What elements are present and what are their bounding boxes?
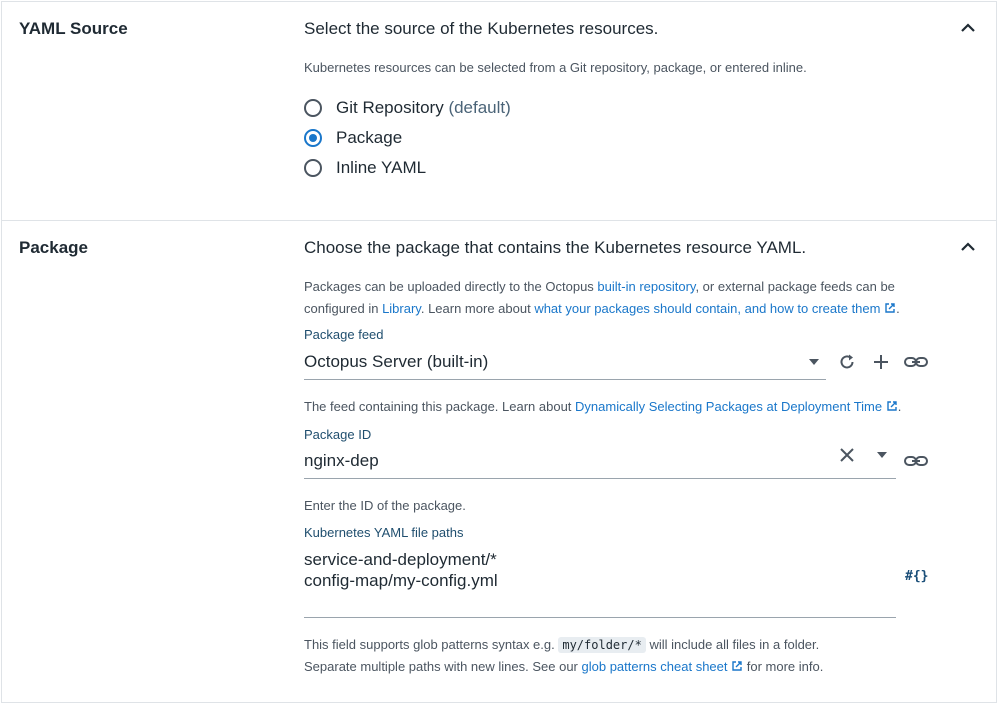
glob-example-code: my/folder/* — [558, 637, 646, 653]
yaml-path-line: config-map/my-config.yml — [304, 571, 498, 590]
radio-unchecked-icon[interactable] — [304, 159, 322, 177]
yaml-source-heading: Select the source of the Kubernetes reso… — [304, 19, 659, 38]
dynamic-packages-link[interactable]: Dynamically Selecting Packages at Deploy… — [575, 399, 898, 414]
external-link-icon — [885, 303, 895, 313]
yaml-source-section: YAML Source Select the source of the Kub… — [2, 2, 997, 221]
package-feed-help: The feed containing this package. Learn … — [304, 399, 902, 414]
package-title: Package — [19, 238, 88, 257]
yaml-path-line: service-and-deployment/* — [304, 550, 497, 569]
variable-insert-icon[interactable]: #{} — [905, 569, 928, 584]
radio-inline-yaml[interactable]: Inline YAML — [304, 156, 426, 180]
library-link[interactable]: Library — [382, 301, 421, 316]
external-link-icon — [887, 401, 897, 411]
yaml-paths-help: This field supports glob patterns syntax… — [304, 637, 824, 674]
link-icon[interactable] — [903, 353, 929, 371]
glob-cheat-sheet-link[interactable]: glob patterns cheat sheet — [582, 659, 744, 674]
radio-git-repository[interactable]: Git Repository (default) — [304, 96, 511, 120]
yaml-source-title: YAML Source — [19, 19, 128, 38]
package-id-input[interactable]: nginx-dep — [304, 451, 379, 471]
add-icon[interactable] — [871, 352, 891, 372]
built-in-repository-link[interactable]: built-in repository — [597, 279, 695, 294]
yaml-paths-textarea[interactable]: service-and-deployment/* config-map/my-c… — [304, 549, 498, 591]
yaml-source-description: Kubernetes resources can be selected fro… — [304, 60, 807, 75]
clear-icon[interactable] — [838, 446, 856, 464]
radio-label-default: (default) — [448, 98, 511, 117]
package-feed-select[interactable]: Octopus Server (built-in) — [304, 352, 488, 372]
package-id-label: Package ID — [304, 427, 372, 442]
yaml-paths-underline — [304, 617, 896, 618]
radio-label-package: Package — [336, 128, 403, 147]
yaml-paths-label: Kubernetes YAML file paths — [304, 525, 464, 540]
radio-label-inline-yaml: Inline YAML — [336, 158, 427, 177]
link-icon[interactable] — [903, 452, 929, 470]
external-link-icon — [732, 661, 742, 671]
radio-unchecked-icon[interactable] — [304, 99, 322, 117]
package-id-help: Enter the ID of the package. — [304, 498, 466, 513]
package-heading: Choose the package that contains the Kub… — [304, 238, 807, 257]
dropdown-arrow-icon[interactable] — [876, 451, 888, 459]
package-section: Package Choose the package that contains… — [2, 222, 997, 702]
radio-label-git: Git Repository — [336, 98, 444, 117]
package-feed-label: Package feed — [304, 327, 384, 342]
package-contents-link[interactable]: what your packages should contain, and h… — [534, 301, 896, 316]
chevron-up-icon[interactable] — [958, 18, 978, 38]
package-description: Packages can be uploaded directly to the… — [304, 279, 900, 316]
chevron-up-icon[interactable] — [958, 237, 978, 257]
package-id-underline — [304, 478, 896, 479]
radio-checked-icon[interactable] — [304, 129, 322, 147]
package-feed-underline — [304, 379, 826, 380]
dropdown-arrow-icon[interactable] — [808, 358, 820, 366]
refresh-icon[interactable] — [837, 352, 857, 372]
radio-package[interactable]: Package — [304, 126, 402, 150]
